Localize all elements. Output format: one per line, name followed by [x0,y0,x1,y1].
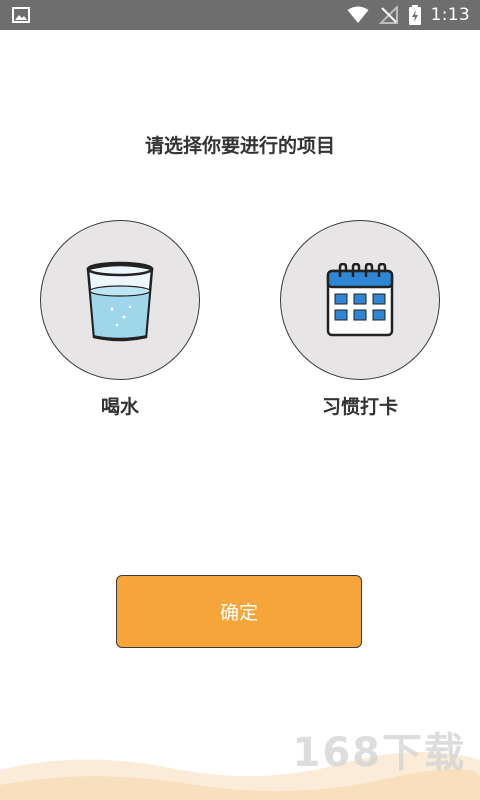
watermark: 168下载 [292,730,466,776]
calendar-icon [326,263,394,337]
option-label: 习惯打卡 [321,396,398,418]
status-bar: 1:13 [0,0,480,30]
wifi-icon [347,6,369,23]
option-drink-water[interactable]: 喝水 [40,220,200,419]
status-time: 1:13 [430,5,470,25]
option-label: 喝水 [100,396,139,418]
image-icon [12,7,30,23]
page-title: 请选择你要进行的项目 [144,135,335,157]
option-habit-checkin[interactable]: 习惯打卡 [280,220,440,419]
water-glass-icon [86,261,154,342]
option-circle[interactable] [280,220,440,380]
option-circle[interactable] [40,220,200,380]
no-signal-icon [378,6,398,24]
battery-charging-icon [408,5,421,25]
confirm-button[interactable]: 确定 [116,575,362,648]
